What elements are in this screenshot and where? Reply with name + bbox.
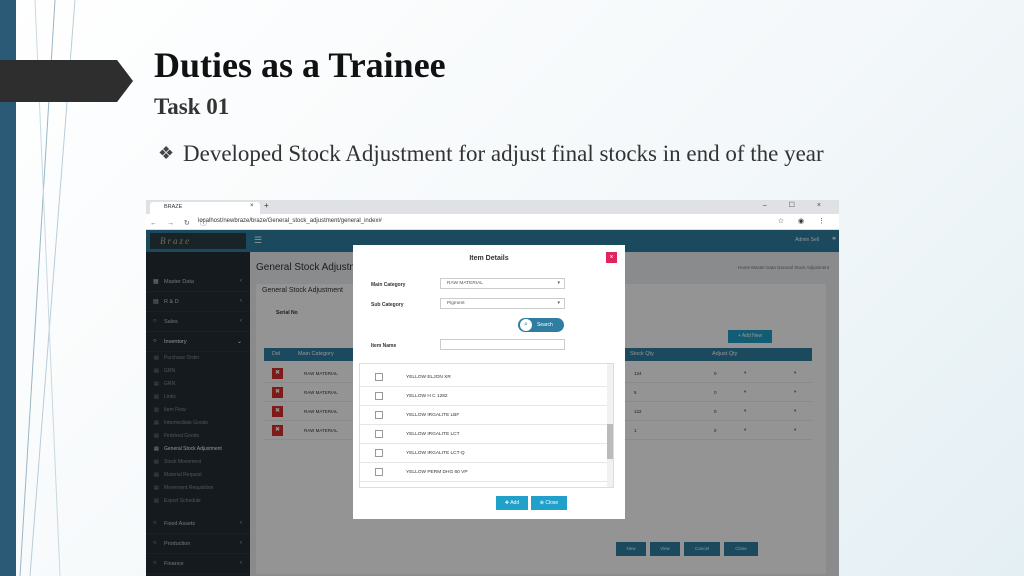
bullet-text: Developed Stock Adjustment for adjust fi… <box>183 141 824 166</box>
new-tab-icon[interactable]: + <box>264 201 269 210</box>
checkbox[interactable] <box>375 430 383 438</box>
search-icon: ⌕ <box>520 319 532 331</box>
slide-arrow-shape <box>0 60 133 102</box>
window-controls[interactable]: – ☐ × <box>763 201 831 209</box>
sub-category-label: Sub Category <box>371 302 404 308</box>
chevron-down-icon: ▾ <box>557 280 560 286</box>
list-item[interactable]: YELLOW PERM DHG 60 VP <box>360 463 609 482</box>
close-icon[interactable]: × <box>606 252 617 263</box>
main-category-select[interactable]: RAW MATERIAL ▾ <box>440 278 565 289</box>
add-button[interactable]: ✚ Add <box>496 496 528 510</box>
diamond-bullet-icon: ❖ <box>158 143 175 163</box>
item-name-label: Item Name <box>371 343 397 349</box>
tab-title: BRAZE <box>164 204 183 210</box>
slide-title: Duties as a Trainee <box>154 45 446 85</box>
browser-tab[interactable]: BRAZE × <box>150 202 260 214</box>
address-bar: ← → ↻ ⓘ localhost/newbraze/braze/General… <box>146 214 839 230</box>
list-item[interactable]: YELLOW ELJON XR <box>360 368 609 387</box>
list-item[interactable]: YELLOW IRGALITE LCT-Q <box>360 444 609 463</box>
sub-category-select[interactable]: Pigment ▾ <box>440 298 565 309</box>
list-item[interactable]: YELLOW IRGALITE LBF <box>360 406 609 425</box>
list-scrollbar[interactable] <box>607 364 613 487</box>
main-category-label: Main Category <box>371 282 406 288</box>
close-tab-icon[interactable]: × <box>250 203 254 209</box>
url-text[interactable]: localhost/newbraze/braze/General_stock_a… <box>198 218 382 224</box>
checkbox[interactable] <box>375 449 383 457</box>
slide-subtitle: Task 01 <box>154 94 230 119</box>
scrollbar-thumb[interactable] <box>607 424 613 459</box>
modal-title: Item Details <box>469 255 509 262</box>
close-button[interactable]: ⊗ Close <box>531 496 567 510</box>
item-list: YELLOW ELJON XR YELLOW H C 1282 YELLOW I… <box>359 363 614 488</box>
browser-toolbar-icons[interactable]: ☆ ◉ ⋮ <box>778 217 831 225</box>
browser-tab-bar: BRAZE × + – ☐ × <box>146 200 839 214</box>
item-name-input[interactable] <box>440 339 565 350</box>
checkbox[interactable] <box>375 373 383 381</box>
search-button[interactable]: ⌕ Search <box>518 318 564 332</box>
chevron-down-icon: ▾ <box>557 300 560 306</box>
list-item[interactable]: YELLOW H C 1282 <box>360 387 609 406</box>
checkbox[interactable] <box>375 411 383 419</box>
item-details-modal: Item Details × Main Category RAW MATERIA… <box>353 245 625 519</box>
checkbox[interactable] <box>375 392 383 400</box>
list-item[interactable]: YELLOW IRGALITE LCT <box>360 425 609 444</box>
checkbox[interactable] <box>375 468 383 476</box>
app-screenshot: BRAZE × + – ☐ × ← → ↻ ⓘ localhost/newbra… <box>146 200 839 576</box>
